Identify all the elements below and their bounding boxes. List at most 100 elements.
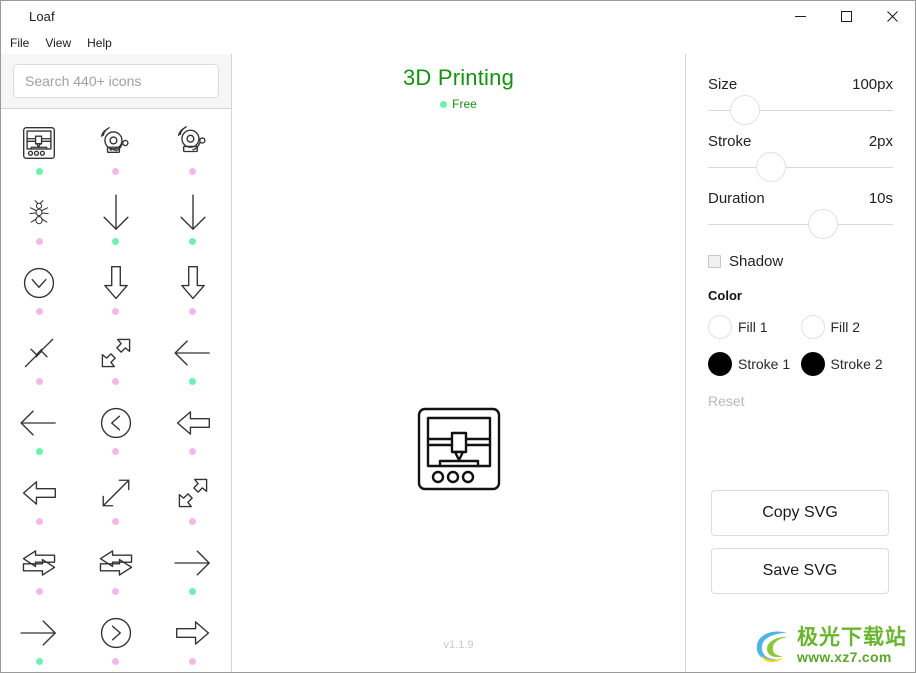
icon-cell-arrow-left-thin[interactable] <box>154 327 231 397</box>
swatch-stroke-1[interactable]: Stroke 1 <box>708 352 801 376</box>
free-dot-icon <box>189 588 197 595</box>
free-dot-icon <box>112 238 120 245</box>
stroke-2-label: Stroke 2 <box>830 356 883 372</box>
premium-dot-icon <box>189 308 197 315</box>
swatch-stroke-2[interactable]: Stroke 2 <box>800 352 894 376</box>
icon-cell-arrow-down-thin[interactable] <box>78 187 155 257</box>
icon-cell-arrow-right-thin[interactable] <box>154 537 231 607</box>
shadow-toggle-row[interactable]: Shadow <box>708 253 893 270</box>
arrow-right-thin-icon <box>171 541 215 585</box>
icon-grid <box>1 109 231 672</box>
stroke-slider-track <box>708 167 893 168</box>
premium-dot-icon <box>189 658 197 665</box>
arrow-down-thin-icon <box>94 191 138 235</box>
icon-cell-arrow-left-thin-alt[interactable] <box>1 397 78 467</box>
premium-dot-icon <box>112 378 120 385</box>
main-panes: 3D Printing Free v1.1 <box>1 54 915 672</box>
icon-cell-arrow-left-block-alt[interactable] <box>1 467 78 537</box>
copy-svg-button[interactable]: Copy SVG <box>711 490 889 536</box>
arrows-expand-block-diagonal-icon <box>94 331 138 375</box>
free-dot-icon <box>440 100 448 108</box>
premium-dot-icon <box>112 588 120 595</box>
preview-tier-label: Free <box>452 97 477 111</box>
swatch-fill-2[interactable]: Fill 2 <box>800 315 894 339</box>
app-window: Loaf File View Help 3D Printi <box>0 0 916 673</box>
size-label: Size <box>708 76 738 93</box>
icon-cell-arrow-right-thin-alt[interactable] <box>1 607 78 672</box>
premium-dot-icon <box>189 168 197 175</box>
icon-cell-arrow-down-block-alt[interactable] <box>154 257 231 327</box>
title-bar: Loaf <box>1 1 915 31</box>
duration-slider[interactable] <box>708 207 893 241</box>
stroke-2-swatch[interactable] <box>800 352 825 376</box>
arrow-right-block-icon <box>171 611 215 655</box>
size-slider-thumb[interactable] <box>730 95 760 125</box>
menu-item-file[interactable]: File <box>3 34 36 52</box>
save-svg-button[interactable]: Save SVG <box>711 548 889 594</box>
fill-2-swatch[interactable] <box>800 315 825 339</box>
shadow-checkbox[interactable] <box>708 255 721 268</box>
premium-dot-icon <box>112 658 120 665</box>
reset-button[interactable]: Reset <box>708 393 893 409</box>
alarm-bell-alt-icon <box>171 121 215 165</box>
icon-cell-ant[interactable] <box>1 187 78 257</box>
premium-dot-icon <box>112 518 120 525</box>
duration-slider-thumb[interactable] <box>807 209 838 239</box>
menu-item-view[interactable]: View <box>38 34 78 52</box>
stroke-control-row: Stroke 2px <box>708 133 893 150</box>
shadow-label: Shadow <box>729 253 784 270</box>
icon-cell-alarm-bell[interactable] <box>78 117 155 187</box>
premium-dot-icon <box>35 308 43 315</box>
icon-cell-alarm-bell-alt[interactable] <box>154 117 231 187</box>
stroke-1-label: Stroke 1 <box>738 356 791 372</box>
arrow-left-block-alt-icon <box>17 471 61 515</box>
arrow-down-block-alt-icon <box>171 261 215 305</box>
icon-cell-arrow-right-block[interactable] <box>154 607 231 672</box>
icon-cell-arrow-left-block[interactable] <box>154 397 231 467</box>
fill-1-label: Fill 1 <box>738 319 768 335</box>
stroke-slider-thumb[interactable] <box>755 152 786 182</box>
premium-dot-icon <box>112 308 120 315</box>
premium-dot-icon <box>189 448 197 455</box>
color-section-heading: Color <box>708 288 742 303</box>
duration-value: 10s <box>868 190 893 207</box>
close-button[interactable] <box>869 1 915 31</box>
icon-cell-arrow-down-block[interactable] <box>78 257 155 327</box>
icon-cell-arrows-left-right-block-alt[interactable] <box>78 537 155 607</box>
3d-printer-icon <box>417 407 500 491</box>
icon-cell-chevron-right-circle[interactable] <box>78 607 155 672</box>
fill-2-label: Fill 2 <box>830 319 861 335</box>
arrow-down-thin-alt-icon <box>171 191 215 235</box>
stroke-1-swatch[interactable] <box>708 352 732 376</box>
free-dot-icon <box>189 378 197 385</box>
stroke-value: 2px <box>868 133 893 150</box>
icon-cell-3d-printer[interactable] <box>1 117 78 187</box>
free-dot-icon <box>35 448 43 455</box>
premium-dot-icon <box>112 168 120 175</box>
stroke-slider[interactable] <box>708 150 893 184</box>
icon-cell-arrows-expand-block-diagonal[interactable] <box>78 327 155 397</box>
icon-cell-chevron-left-circle[interactable] <box>78 397 155 467</box>
icon-cell-chevron-down-circle[interactable] <box>1 257 78 327</box>
size-slider[interactable] <box>708 93 893 127</box>
icon-cell-arrows-expand-diagonal[interactable] <box>78 467 155 537</box>
swatch-fill-1[interactable]: Fill 1 <box>708 315 801 339</box>
size-value: 100px <box>852 76 893 93</box>
arrow-left-thin-icon <box>171 331 215 375</box>
ant-icon <box>17 191 61 235</box>
color-swatch-grid: Fill 1 Fill 2 Stroke 1 Stroke 2 <box>708 315 893 376</box>
icon-cell-arrows-collapse-diagonal[interactable] <box>1 327 78 397</box>
icon-cell-arrows-expand-block-diagonal-alt[interactable] <box>154 467 231 537</box>
maximize-button[interactable] <box>823 1 869 31</box>
preview-icon-stage[interactable] <box>416 406 502 492</box>
arrow-down-block-icon <box>94 261 138 305</box>
icon-cell-arrows-left-right-block[interactable] <box>1 537 78 607</box>
free-dot-icon <box>35 658 43 665</box>
fill-1-swatch[interactable] <box>708 315 732 339</box>
menu-bar: File View Help <box>1 32 915 53</box>
premium-dot-icon <box>35 518 43 525</box>
search-input[interactable] <box>13 64 219 98</box>
icon-cell-arrow-down-thin-alt[interactable] <box>154 187 231 257</box>
menu-item-help[interactable]: Help <box>80 34 119 52</box>
minimize-button[interactable] <box>777 1 823 31</box>
